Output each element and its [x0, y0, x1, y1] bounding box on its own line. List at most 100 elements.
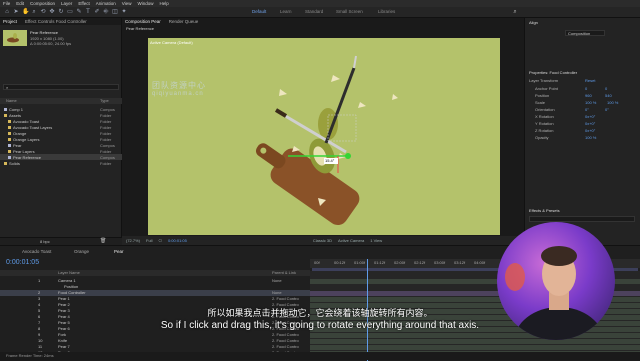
prop-label: Y Rotation: [535, 121, 554, 126]
prop-value[interactable]: 0: [585, 86, 587, 91]
brush-tool-icon[interactable]: ✐: [94, 9, 100, 15]
project-row[interactable]: Solids Folder: [0, 160, 122, 166]
search-icon[interactable]: ⌕: [512, 9, 518, 15]
prop-value[interactable]: 0x+0°: [585, 128, 595, 133]
folder-icon: [8, 149, 11, 153]
row-name: Pear: [13, 142, 22, 148]
column-layer-name[interactable]: Layer Name: [58, 270, 80, 275]
project-search-input[interactable]: ⌕: [3, 84, 119, 90]
type-tool-icon[interactable]: T: [85, 9, 91, 15]
row-type: Folder: [100, 112, 112, 118]
renderer-dropdown[interactable]: Classic 3D: [313, 238, 332, 243]
menu-window[interactable]: Window: [137, 1, 153, 6]
layer-parent[interactable]: None: [272, 290, 282, 295]
workspace-default[interactable]: Default: [252, 9, 266, 14]
menu-file[interactable]: File: [3, 1, 10, 6]
comp-subtab[interactable]: Pear Reference: [126, 26, 154, 31]
pan-tool-icon[interactable]: ✥: [49, 9, 55, 15]
track-bar[interactable]: [310, 333, 640, 338]
prop-label: Scale: [535, 100, 546, 105]
camera-icon[interactable]: ⎔: [158, 238, 162, 243]
prop-value[interactable]: 0x+0°: [585, 114, 595, 119]
selection-tool-icon[interactable]: ➤: [13, 9, 19, 15]
watermark: qiqiyuanma.cn: [152, 91, 204, 97]
comp-viewer[interactable]: Active Camera (Default) 团队资源中心 qiqiyuanm…: [148, 38, 500, 235]
prop-value[interactable]: 0: [605, 86, 607, 91]
tab-effect-controls[interactable]: Effect Controls Food Controller: [25, 19, 87, 24]
resolution-dropdown[interactable]: Full: [146, 238, 152, 243]
hand-tool-icon[interactable]: ✋: [22, 9, 29, 15]
layer-parent[interactable]: None: [272, 278, 282, 283]
layer-parent[interactable]: 2. Food Contro: [272, 344, 299, 349]
layer-parent[interactable]: 2. Food Contro: [272, 338, 299, 343]
comp-timecode[interactable]: 0:00:01:05: [168, 238, 187, 243]
prop-value[interactable]: 960: [585, 93, 592, 98]
pen-tool-icon[interactable]: ✎: [76, 9, 82, 15]
item-info-duration: Δ 0:00:05:00, 24.00 fps: [30, 41, 72, 46]
menu-effect[interactable]: Effect: [78, 1, 89, 6]
tab-orange[interactable]: Orange: [74, 249, 89, 254]
layer-parent[interactable]: 2. Food Contro: [272, 332, 299, 337]
prop-value[interactable]: 0x+0°: [585, 121, 595, 126]
camera-dropdown[interactable]: Active Camera: [338, 238, 364, 243]
menu-composition[interactable]: Composition: [30, 1, 55, 6]
track-bar[interactable]: [310, 345, 640, 350]
timeline-timecode[interactable]: 0:00:01:05: [6, 259, 39, 266]
comp-footer-bar: (72.7%) Full ⎔ 0:00:01:05 Classic 3D Act…: [122, 236, 524, 245]
menu-animation[interactable]: Animation: [96, 1, 116, 6]
rotation-handle[interactable]: [345, 153, 351, 159]
menu-edit[interactable]: Edit: [16, 1, 24, 6]
menu-view[interactable]: View: [122, 1, 132, 6]
bpc-label[interactable]: 8 bpc: [40, 239, 50, 244]
align-to-dropdown[interactable]: Composition: [565, 30, 605, 36]
prop-value[interactable]: 0°: [585, 107, 589, 112]
composition-panel: Composition Pear Render Queue Pear Refer…: [122, 18, 524, 245]
menu-layer[interactable]: Layer: [61, 1, 72, 6]
active-camera-label: Active Camera (Default): [150, 40, 193, 45]
tab-render-queue[interactable]: Render Queue: [169, 19, 199, 24]
tab-project[interactable]: Project: [3, 19, 17, 24]
menu-help[interactable]: Help: [159, 1, 168, 6]
home-icon[interactable]: ⌂: [4, 9, 10, 15]
view-dropdown[interactable]: 1 View: [370, 238, 382, 243]
row-type: Compos: [100, 154, 115, 160]
eraser-tool-icon[interactable]: ◫: [112, 9, 118, 15]
workspace-libraries[interactable]: Libraries: [378, 9, 395, 14]
prop-value[interactable]: 0°: [605, 107, 609, 112]
prop-value[interactable]: 100 %: [607, 100, 618, 105]
column-name[interactable]: Name: [6, 98, 17, 103]
knife-handle: [274, 108, 288, 118]
effects-search-input[interactable]: [529, 216, 635, 222]
zoom-dropdown[interactable]: (72.7%): [126, 238, 140, 243]
column-type[interactable]: Type: [100, 98, 109, 103]
layer-parent[interactable]: 2. Food Contro: [272, 296, 299, 301]
workspace-standard[interactable]: Standard: [305, 9, 323, 14]
prop-value[interactable]: 540: [605, 93, 612, 98]
orbit-tool-icon[interactable]: ⟲: [40, 9, 46, 15]
workspace-small-screen[interactable]: Small Screen: [336, 9, 363, 14]
zoom-tool-icon[interactable]: ⌕: [31, 9, 37, 15]
ruler-tick: 02:12f: [414, 260, 426, 265]
trash-icon[interactable]: 🗑: [100, 238, 106, 244]
workspace-learn[interactable]: Learn: [280, 9, 292, 14]
prop-value[interactable]: 100 %: [585, 135, 596, 140]
column-parent[interactable]: Parent & Link: [272, 270, 296, 275]
rectangle-tool-icon[interactable]: ▭: [67, 9, 73, 15]
track-bar[interactable]: [310, 339, 640, 344]
ruler-tick: 01:00f: [354, 260, 366, 265]
watermark: 团队资源中心: [152, 81, 206, 90]
tab-avocado-toast[interactable]: Avocado Toast: [22, 249, 51, 254]
tab-composition[interactable]: Composition Pear: [125, 19, 161, 24]
puppet-tool-icon[interactable]: ✦: [121, 9, 127, 15]
tab-pear[interactable]: Pear: [114, 249, 124, 254]
prop-label: Orientation: [535, 107, 555, 112]
row-type: Compos: [100, 142, 115, 148]
prop-value[interactable]: 100 %: [585, 100, 596, 105]
project-tabs: Project Effect Controls Food Controller: [0, 18, 121, 25]
rotate-tool-icon[interactable]: ↻: [58, 9, 64, 15]
reset-link[interactable]: Reset: [585, 78, 595, 83]
prop-label: Position: [535, 93, 550, 98]
folder-icon: [8, 137, 11, 141]
stamp-tool-icon[interactable]: ⎆: [103, 9, 109, 15]
row-name: Avocado Toast Layers: [13, 124, 53, 130]
